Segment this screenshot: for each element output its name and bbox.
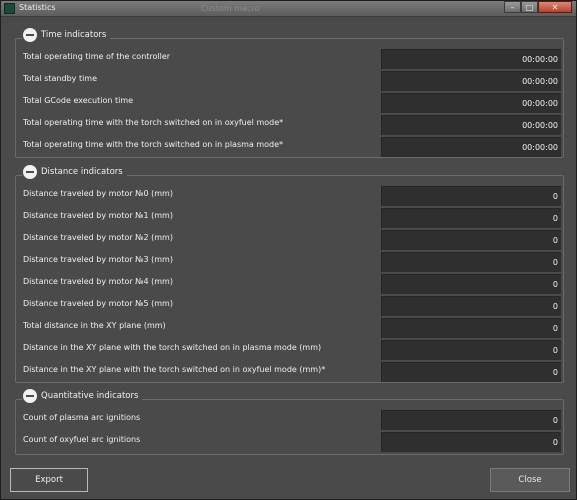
stat-value: 0 bbox=[381, 362, 561, 382]
stat-label: Total standby time bbox=[23, 74, 98, 83]
stat-label: Total distance in the XY plane (mm) bbox=[23, 321, 166, 330]
stat-value: 0 bbox=[381, 230, 561, 250]
section-title: Distance indicators bbox=[41, 167, 123, 177]
stat-label: Total operating time with the torch swit… bbox=[23, 140, 284, 149]
stat-row: Total distance in the XY plane (mm) 0 bbox=[16, 317, 563, 339]
stat-value: 00:00:00 bbox=[381, 71, 561, 91]
quantitative-indicators-section: Quantitative indicators Count of plasma … bbox=[15, 389, 564, 455]
stat-value: 0 bbox=[381, 208, 561, 228]
stat-label: Total operating time with the torch swit… bbox=[23, 118, 284, 127]
stat-value: 0 bbox=[381, 274, 561, 294]
stat-row: Count of oxyfuel arc ignitions 0 bbox=[16, 431, 563, 453]
close-button[interactable]: Close bbox=[490, 468, 570, 492]
stat-row: Total operating time with the torch swit… bbox=[16, 136, 563, 158]
maximize-button[interactable]: □ bbox=[521, 1, 538, 13]
stat-label: Count of plasma arc ignitions bbox=[23, 413, 141, 422]
stat-row: Distance in the XY plane with the torch … bbox=[16, 339, 563, 361]
stat-label: Distance traveled by motor №0 (mm) bbox=[23, 189, 173, 198]
stat-value: 0 bbox=[381, 252, 561, 272]
stat-label: Total operating time of the controller bbox=[23, 52, 171, 61]
stat-row: Total operating time with the torch swit… bbox=[16, 114, 563, 136]
distance-indicators-section: Distance indicators Distance traveled by… bbox=[15, 165, 564, 383]
stat-label: Distance traveled by motor №2 (mm) bbox=[23, 233, 173, 242]
stat-row: Distance traveled by motor №0 (mm) 0 bbox=[16, 185, 563, 207]
stat-value: 0 bbox=[381, 432, 561, 452]
background-window-title: Custom macro bbox=[201, 4, 260, 13]
stat-row: Total operating time of the controller 0… bbox=[16, 48, 563, 70]
collapse-icon[interactable] bbox=[23, 28, 37, 42]
stat-value: 00:00:00 bbox=[381, 49, 561, 69]
stat-row: Distance traveled by motor №1 (mm) 0 bbox=[16, 207, 563, 229]
stat-value: 0 bbox=[381, 296, 561, 316]
stat-value: 00:00:00 bbox=[381, 93, 561, 113]
time-indicators-section: Time indicators Total operating time of … bbox=[15, 28, 564, 158]
stat-label: Distance traveled by motor №5 (mm) bbox=[23, 299, 173, 308]
stat-value: 0 bbox=[381, 410, 561, 430]
section-title: Quantitative indicators bbox=[41, 391, 139, 401]
stat-row: Distance traveled by motor №2 (mm) 0 bbox=[16, 229, 563, 251]
collapse-icon[interactable] bbox=[23, 165, 37, 179]
close-window-button[interactable]: ✕ bbox=[538, 1, 572, 13]
stat-row: Distance in the XY plane with the torch … bbox=[16, 361, 563, 383]
stat-value: 0 bbox=[381, 186, 561, 206]
distance-indicators-header[interactable]: Distance indicators bbox=[23, 165, 127, 179]
stat-label: Distance traveled by motor №3 (mm) bbox=[23, 255, 173, 264]
stat-label: Distance in the XY plane with the torch … bbox=[23, 343, 322, 352]
window-title: Statistics bbox=[19, 3, 56, 12]
stat-row: Distance traveled by motor №4 (mm) 0 bbox=[16, 273, 563, 295]
collapse-icon[interactable] bbox=[23, 389, 37, 403]
stat-value: 0 bbox=[381, 340, 561, 360]
quantitative-indicators-header[interactable]: Quantitative indicators bbox=[23, 389, 143, 403]
stat-value: 0 bbox=[381, 318, 561, 338]
minimize-button[interactable]: – bbox=[504, 1, 521, 13]
window-controls: – □ ✕ bbox=[504, 1, 572, 13]
stat-row: Distance traveled by motor №3 (mm) 0 bbox=[16, 251, 563, 273]
statistics-window: Statistics Custom macro – □ ✕ Time indic… bbox=[0, 0, 577, 500]
stat-row: Total GCode execution time 00:00:00 bbox=[16, 92, 563, 114]
title-bar[interactable]: Statistics Custom macro – □ ✕ bbox=[1, 1, 576, 17]
app-icon bbox=[4, 3, 15, 14]
export-button[interactable]: Export bbox=[10, 468, 88, 492]
stat-label: Distance in the XY plane with the torch … bbox=[23, 365, 326, 374]
time-indicators-header[interactable]: Time indicators bbox=[23, 28, 111, 42]
stat-label: Count of oxyfuel arc ignitions bbox=[23, 435, 141, 444]
section-title: Time indicators bbox=[41, 30, 107, 40]
stat-label: Total GCode execution time bbox=[23, 96, 134, 105]
stat-value: 00:00:00 bbox=[381, 137, 561, 157]
stat-row: Distance traveled by motor №5 (mm) 0 bbox=[16, 295, 563, 317]
stat-value: 00:00:00 bbox=[381, 115, 561, 135]
stat-label: Distance traveled by motor №4 (mm) bbox=[23, 277, 173, 286]
stat-row: Total standby time 00:00:00 bbox=[16, 70, 563, 92]
stat-row: Count of plasma arc ignitions 0 bbox=[16, 409, 563, 431]
stat-label: Distance traveled by motor №1 (mm) bbox=[23, 211, 173, 220]
